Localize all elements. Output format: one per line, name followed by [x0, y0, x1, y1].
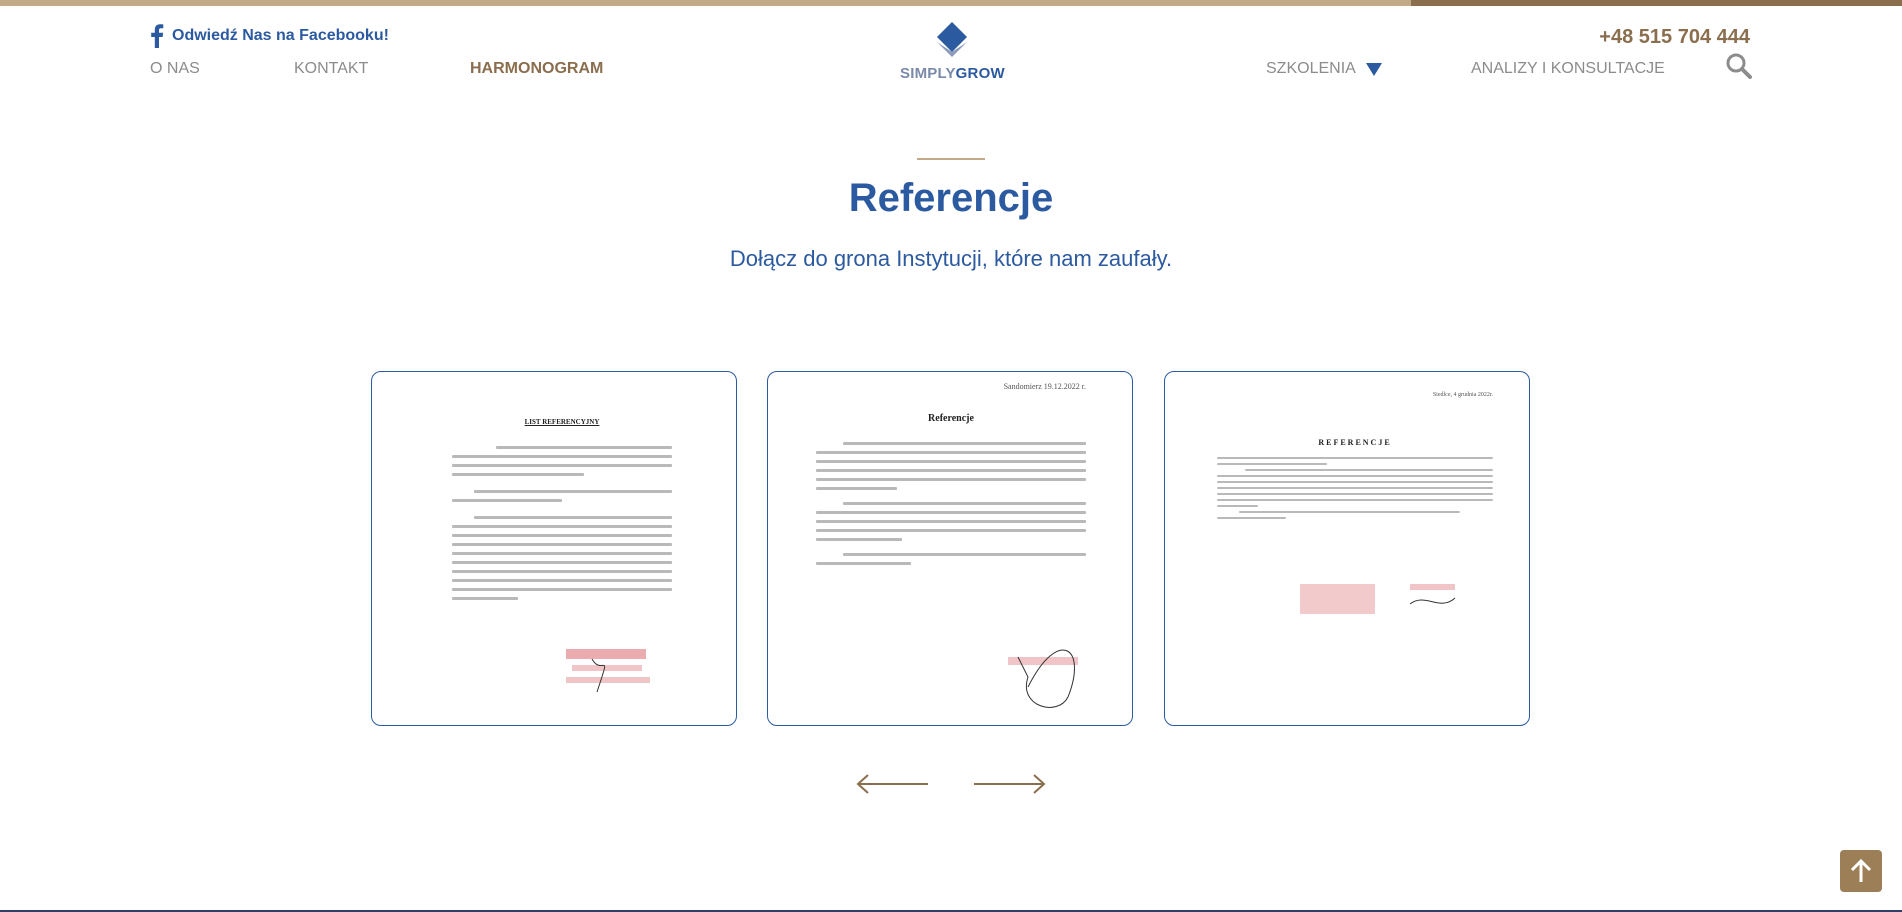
arrow-up-icon — [1850, 858, 1872, 882]
stamp-signature-2 — [998, 627, 1098, 722]
nav-item-szkolenia-label: SZKOLENIA — [1266, 60, 1356, 77]
reference-date-2: Sandomierz 19.12.2022 r. — [1003, 382, 1086, 391]
nav-left: O NAS KONTAKT HARMONOGRAM — [150, 60, 603, 78]
facebook-link[interactable]: Odwiedź Nas na Facebooku! — [150, 24, 389, 48]
arrow-left-icon[interactable] — [856, 772, 930, 796]
reference-document-1: LIST REFERENCYJNY — [452, 418, 672, 606]
section-divider — [917, 158, 985, 160]
reference-card-1[interactable]: LIST REFERENCYJNY — [371, 371, 737, 726]
scroll-to-top-button[interactable] — [1840, 850, 1882, 892]
nav-item-o-nas[interactable]: O NAS — [150, 60, 294, 78]
nav-right: SZKOLENIA ANALIZY I KONSULTACJE — [1266, 60, 1665, 78]
caret-down-icon — [1365, 62, 1382, 76]
reference-heading-3: REFERENCJE — [1318, 438, 1392, 447]
nav-item-szkolenia[interactable]: SZKOLENIA — [1266, 60, 1471, 78]
logo-text: SIMPLYGROW — [900, 65, 1005, 82]
nav-item-kontakt[interactable]: KONTAKT — [294, 60, 470, 78]
stamp-signature-3 — [1300, 582, 1470, 627]
nav-item-harmonogram[interactable]: HARMONOGRAM — [470, 60, 603, 78]
reference-document-2: Sandomierz 19.12.2022 r. Referencje — [816, 382, 1086, 571]
facebook-label: Odwiedź Nas na Facebooku! — [172, 27, 389, 44]
section-subtitle: Dołącz do grona Instytucji, które nam za… — [729, 246, 1173, 271]
reference-document-3: Siedlce, 4 grudnia 2022r. REFERENCJE — [1217, 392, 1493, 523]
logo-diamond-icon — [937, 22, 967, 57]
top-accent-bar-dark — [1411, 0, 1902, 6]
phone-number[interactable]: +48 515 704 444 — [1599, 26, 1750, 49]
reference-card-2[interactable]: Sandomierz 19.12.2022 r. Referencje — [767, 371, 1133, 726]
facebook-icon — [151, 24, 164, 48]
arrow-right-icon[interactable] — [972, 772, 1046, 796]
stamp-signature-1 — [562, 637, 652, 702]
section-title: Referencje — [848, 176, 1054, 220]
reference-date-3: Siedlce, 4 grudnia 2022r. — [1432, 392, 1493, 398]
nav-item-analizy[interactable]: ANALIZY I KONSULTACJE — [1471, 60, 1665, 78]
logo[interactable]: SIMPLYGROW — [900, 22, 1005, 82]
reference-card-3[interactable]: Siedlce, 4 grudnia 2022r. REFERENCJE — [1164, 371, 1530, 726]
search-icon[interactable] — [1726, 53, 1752, 79]
reference-heading-1: LIST REFERENCYJNY — [524, 418, 600, 426]
reference-heading-2: Referencje — [928, 413, 974, 424]
